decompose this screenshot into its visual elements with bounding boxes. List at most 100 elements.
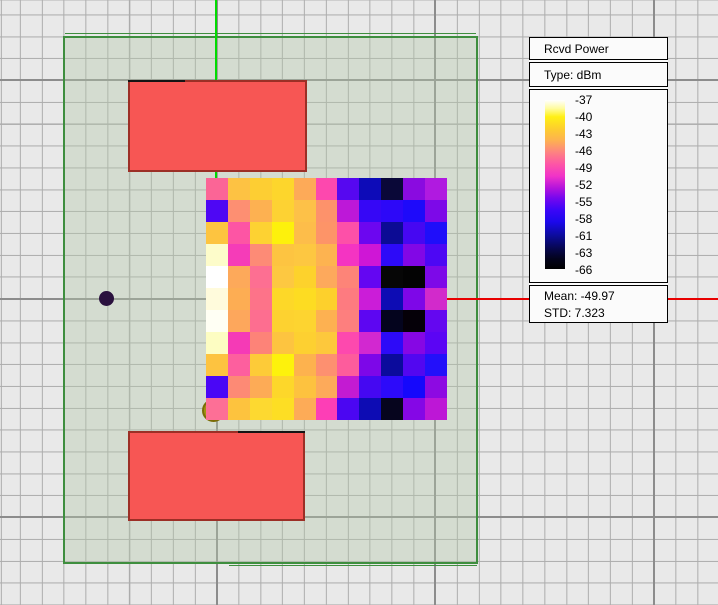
heatmap-cell — [315, 398, 338, 420]
heatmap-cell — [271, 354, 294, 376]
heatmap-cell — [359, 178, 382, 200]
heatmap-cell — [206, 398, 228, 420]
heatmap-cell — [425, 200, 447, 222]
heatmap-cell — [315, 178, 338, 200]
heatmap-cell — [425, 332, 447, 354]
heatmap-cell — [227, 266, 250, 288]
heatmap-cell — [271, 200, 294, 222]
heatmap-cell — [227, 244, 250, 266]
heatmap-cell — [293, 266, 316, 288]
heatmap-cell — [403, 178, 426, 200]
heatmap-cell — [227, 288, 250, 310]
heatmap-cell — [249, 222, 272, 244]
heatmap-cell — [249, 354, 272, 376]
heatmap-cell — [271, 222, 294, 244]
heatmap-cell — [337, 222, 360, 244]
heatmap-cell — [337, 376, 360, 398]
heatmap-cell — [293, 310, 316, 332]
heatmap-cell — [293, 398, 316, 420]
heatmap-cell — [249, 200, 272, 222]
heatmap-cell — [403, 200, 426, 222]
coverage-heatmap[interactable] — [206, 178, 447, 420]
heatmap-cell — [381, 310, 404, 332]
legend-tick: -66 — [575, 263, 593, 277]
heatmap-cell — [381, 398, 404, 420]
heatmap-cell — [249, 244, 272, 266]
heatmap-cell — [206, 332, 228, 354]
heatmap-cell — [206, 200, 228, 222]
heatmap-cell — [315, 288, 338, 310]
heatmap-cell — [227, 332, 250, 354]
heatmap-cell — [249, 332, 272, 354]
heatmap-cell — [315, 310, 338, 332]
heatmap-cell — [403, 266, 426, 288]
heatmap-cell — [315, 354, 338, 376]
heatmap-cell — [315, 332, 338, 354]
heatmap-cell — [381, 244, 404, 266]
legend-tick: -61 — [575, 229, 593, 243]
heatmap-cell — [206, 376, 228, 398]
heatmap-cell — [425, 310, 447, 332]
heatmap-cell — [425, 376, 447, 398]
heatmap-cell — [271, 244, 294, 266]
heatmap-cell — [249, 288, 272, 310]
simulation-viewport: Rcvd Power Type: dBm -37 -40 -43 -46 -49 -52-… — [0, 0, 718, 605]
heatmap-cell — [337, 354, 360, 376]
heatmap-cell — [271, 266, 294, 288]
heatmap-cell — [271, 398, 294, 420]
heatmap-cell — [227, 376, 250, 398]
heatmap-cell — [425, 354, 447, 376]
heatmap-cell — [381, 376, 404, 398]
heatmap-cell — [359, 332, 382, 354]
heatmap-cell — [315, 200, 338, 222]
legend-mean-label: Mean: -49.97 — [544, 289, 615, 303]
heatmap-cell — [425, 244, 447, 266]
heatmap-cell — [403, 398, 426, 420]
heatmap-cell — [403, 310, 426, 332]
heatmap-cell — [425, 178, 447, 200]
heatmap-cell — [293, 178, 316, 200]
heatmap-cell — [206, 310, 228, 332]
heatmap-cell — [381, 266, 404, 288]
heatmap-cell — [337, 266, 360, 288]
heatmap-cell — [315, 266, 338, 288]
heatmap-cell — [227, 200, 250, 222]
heatmap-cell — [403, 222, 426, 244]
heatmap-cell — [359, 398, 382, 420]
heatmap-cell — [293, 376, 316, 398]
heatmap-cell — [359, 288, 382, 310]
heatmap-cell — [293, 332, 316, 354]
heatmap-cell — [425, 398, 447, 420]
heatmap-cell — [249, 178, 272, 200]
legend-tick: -40 — [575, 110, 593, 124]
legend-colorbar — [545, 100, 565, 269]
heatmap-cell — [403, 354, 426, 376]
obstacle-block-bottom[interactable] — [128, 431, 305, 521]
heatmap-cell — [381, 200, 404, 222]
heatmap-cell — [249, 310, 272, 332]
legend-tick: -46 — [575, 144, 593, 158]
heatmap-cell — [271, 310, 294, 332]
heatmap-cell — [337, 398, 360, 420]
heatmap-cell — [359, 244, 382, 266]
heatmap-cell — [315, 222, 338, 244]
legend-tick: -43 — [575, 127, 593, 141]
legend-tick: -52 — [575, 178, 593, 192]
heatmap-cell — [249, 376, 272, 398]
legend-tick: -63 — [575, 246, 593, 260]
legend-std-label: STD: 7.323 — [544, 306, 605, 320]
heatmap-cell — [425, 222, 447, 244]
obstacle-block-top[interactable] — [128, 80, 307, 172]
heatmap-cell — [315, 376, 338, 398]
heatmap-cell — [381, 288, 404, 310]
heatmap-cell — [403, 376, 426, 398]
heatmap-cell — [315, 244, 338, 266]
heatmap-cell — [206, 354, 228, 376]
receiver-marker[interactable] — [99, 291, 114, 306]
heatmap-cell — [227, 310, 250, 332]
legend-title: Rcvd Power — [529, 37, 668, 60]
heatmap-cell — [249, 266, 272, 288]
heatmap-cell — [403, 244, 426, 266]
legend-panel[interactable]: Rcvd Power Type: dBm -37 -40 -43 -46 -49 -52-… — [529, 37, 668, 323]
heatmap-cell — [337, 288, 360, 310]
